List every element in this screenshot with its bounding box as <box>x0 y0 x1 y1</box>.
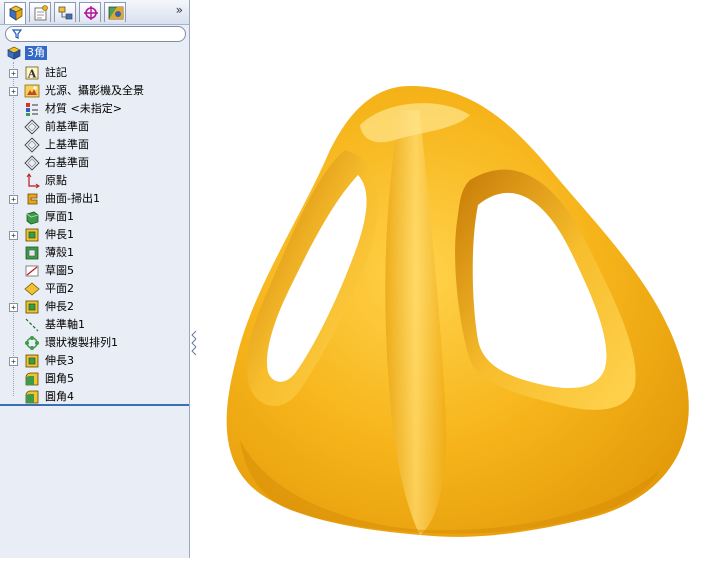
tree-root-part[interactable]: 3角 <box>0 44 189 62</box>
expand-toggle[interactable]: + <box>9 357 18 366</box>
tree-item[interactable]: 薄殼1 <box>0 244 189 262</box>
tree-item-label: 薄殼1 <box>45 246 74 259</box>
expand-toggle[interactable]: + <box>9 69 18 78</box>
circular-pattern-icon <box>25 336 39 350</box>
svg-text:A: A <box>27 68 37 81</box>
shell-icon <box>25 246 39 260</box>
dimxpert-manager-tab[interactable] <box>79 2 101 22</box>
tree-filter-field[interactable] <box>5 26 186 42</box>
tree-item[interactable]: 前基準面 <box>0 118 189 136</box>
tree-item[interactable]: + 伸長2 <box>0 298 189 316</box>
part-icon <box>7 46 21 60</box>
thicken-icon <box>26 211 39 225</box>
tree-item-label: 基準軸1 <box>45 318 85 331</box>
rollback-bar[interactable] <box>0 404 189 406</box>
origin-icon <box>26 173 40 189</box>
expand-toggle[interactable]: + <box>9 87 18 96</box>
tree-item[interactable]: + 伸長3 <box>0 352 189 370</box>
extrude-icon <box>25 228 39 242</box>
configuration-manager-tab[interactable] <box>54 2 76 22</box>
tree-item-label: 曲面-掃出1 <box>45 192 100 205</box>
tree-item-label: 原點 <box>45 174 67 187</box>
lights-cameras-icon <box>24 84 40 98</box>
configuration-manager-icon <box>58 6 73 20</box>
tree-item[interactable]: 上基準面 <box>0 136 189 154</box>
feature-manager-icon <box>9 5 23 21</box>
more-tabs-button[interactable]: » <box>176 3 183 17</box>
dimxpert-manager-icon <box>84 6 98 20</box>
sketch-icon <box>25 265 39 277</box>
annotations-icon: A <box>25 66 39 81</box>
axis-icon <box>25 318 39 332</box>
tree-item-label: 註記 <box>45 66 67 79</box>
tree-root-label: 3角 <box>25 46 47 60</box>
property-manager-tab[interactable] <box>29 2 51 22</box>
surface-sweep-icon <box>27 193 38 205</box>
tree-item[interactable]: 材質 <未指定> <box>0 100 189 118</box>
tree-item[interactable]: + 曲面-掃出1 <box>0 190 189 208</box>
manager-tab-bar: » <box>0 0 189 25</box>
tree-item[interactable]: + 光源、攝影機及全景 <box>0 82 189 100</box>
feature-manager-panel: » 3角 + A 註記 + 光源、攝影機及全景 材質 <未指定> 前基準面上基準面右基準面原… <box>0 0 190 558</box>
tree-item[interactable]: 右基準面 <box>0 154 189 172</box>
fillet-icon <box>25 372 39 386</box>
panel-splitter-handle[interactable] <box>190 330 197 358</box>
tree-item[interactable]: 原點 <box>0 172 189 190</box>
tree-item-label: 右基準面 <box>45 156 89 169</box>
tree-item-label: 材質 <未指定> <box>45 102 122 115</box>
model-view[interactable] <box>197 0 701 558</box>
filter-icon <box>12 29 22 39</box>
tree-item-label: 厚面1 <box>45 210 74 223</box>
plane2-icon <box>24 282 40 296</box>
tree-item-label: 伸長1 <box>45 228 74 241</box>
tree-item-label: 光源、攝影機及全景 <box>45 84 144 97</box>
tree-item[interactable]: + 伸長1 <box>0 226 189 244</box>
tree-item[interactable]: 草圖5 <box>0 262 189 280</box>
extrude-icon <box>25 300 39 314</box>
display-manager-tab[interactable] <box>104 2 126 22</box>
tree-item-label: 伸長3 <box>45 354 74 367</box>
feature-manager-tab[interactable] <box>4 2 26 24</box>
tree-item-label: 上基準面 <box>45 138 89 151</box>
tree-item[interactable]: + A 註記 <box>0 64 189 82</box>
property-manager-icon <box>34 5 48 21</box>
expand-toggle[interactable]: + <box>9 231 18 240</box>
tree-item[interactable]: 基準軸1 <box>0 316 189 334</box>
tree-item[interactable]: 厚面1 <box>0 208 189 226</box>
plane-icon <box>24 155 40 171</box>
extrude-icon <box>25 354 39 368</box>
tree-item[interactable]: 圓角5 <box>0 370 189 388</box>
expand-toggle[interactable]: + <box>9 303 18 312</box>
display-manager-icon <box>108 6 124 20</box>
tree-item[interactable]: 平面2 <box>0 280 189 298</box>
plane-icon <box>24 137 40 153</box>
material-icon <box>26 103 38 116</box>
tree-item-label: 前基準面 <box>45 120 89 133</box>
expand-toggle[interactable]: + <box>9 195 18 204</box>
tree-item-label: 圓角5 <box>45 372 74 385</box>
tree-item-label: 環狀複製排列1 <box>45 336 118 349</box>
plane-icon <box>24 119 40 135</box>
tree-item-label: 草圖5 <box>45 264 74 277</box>
fillet-icon <box>25 390 39 404</box>
graphics-area[interactable] <box>197 0 701 558</box>
tree-item-label: 伸長2 <box>45 300 74 313</box>
tree-item-label: 平面2 <box>45 282 74 295</box>
tree-item[interactable]: 環狀複製排列1 <box>0 334 189 352</box>
